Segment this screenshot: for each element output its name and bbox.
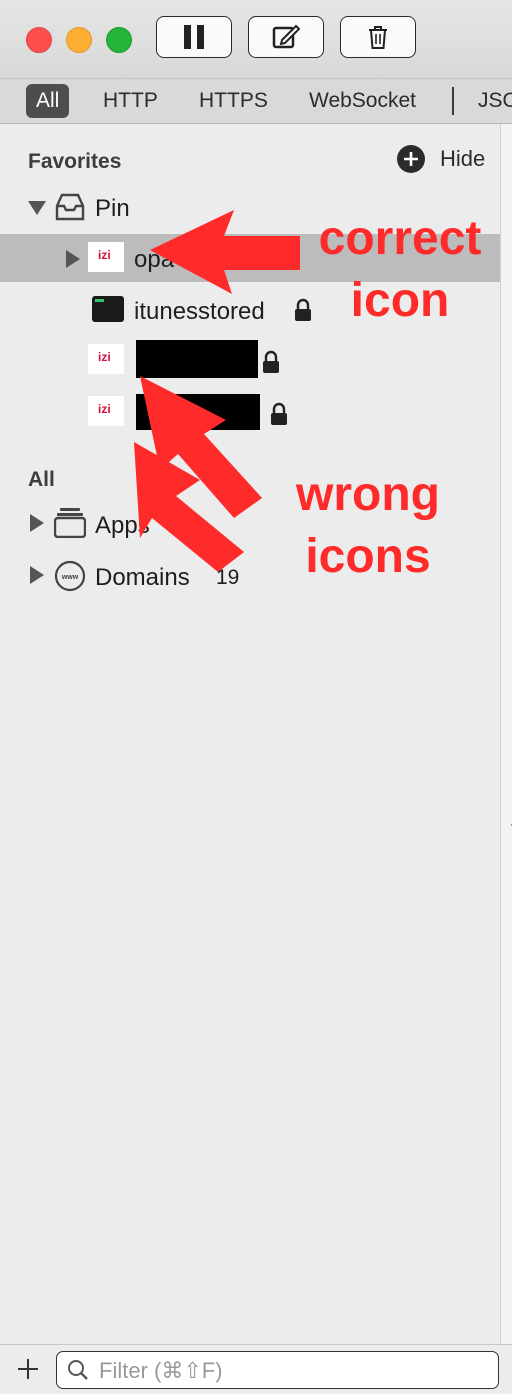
tab-separator <box>452 87 454 115</box>
filter-input[interactable] <box>97 1356 491 1386</box>
trash-icon <box>369 26 387 49</box>
filter-tab-bar: All HTTP HTTPS WebSocket JSO <box>0 78 512 124</box>
annotation-correct-text: correct icon <box>318 212 482 327</box>
annotation-wrong-text: wrong icons <box>296 468 440 583</box>
clear-button[interactable] <box>340 16 416 58</box>
search-icon <box>68 1360 88 1380</box>
tab-http[interactable]: HTTP <box>103 84 158 118</box>
filter-field[interactable] <box>56 1351 499 1389</box>
compose-icon <box>272 24 300 49</box>
sidebar: Favorites Hide Pin izi opa itunesstored … <box>0 124 500 1344</box>
tab-https[interactable]: HTTPS <box>199 84 268 118</box>
compose-button[interactable] <box>248 16 324 58</box>
close-window-button[interactable] <box>26 27 52 53</box>
arrow-correct-icon <box>150 210 300 294</box>
bottom-bar <box>0 1344 512 1394</box>
tab-all[interactable]: All <box>26 84 70 118</box>
minimize-window-button[interactable] <box>66 27 92 53</box>
pause-icon <box>184 25 204 49</box>
zoom-window-button[interactable] <box>106 27 132 53</box>
title-bar <box>0 0 512 78</box>
tab-json[interactable]: JSO <box>478 84 512 118</box>
pause-button[interactable] <box>156 16 232 58</box>
tab-websocket[interactable]: WebSocket <box>309 84 416 118</box>
detail-pane-edge <box>500 124 512 1344</box>
plus-icon[interactable] <box>16 1357 40 1381</box>
